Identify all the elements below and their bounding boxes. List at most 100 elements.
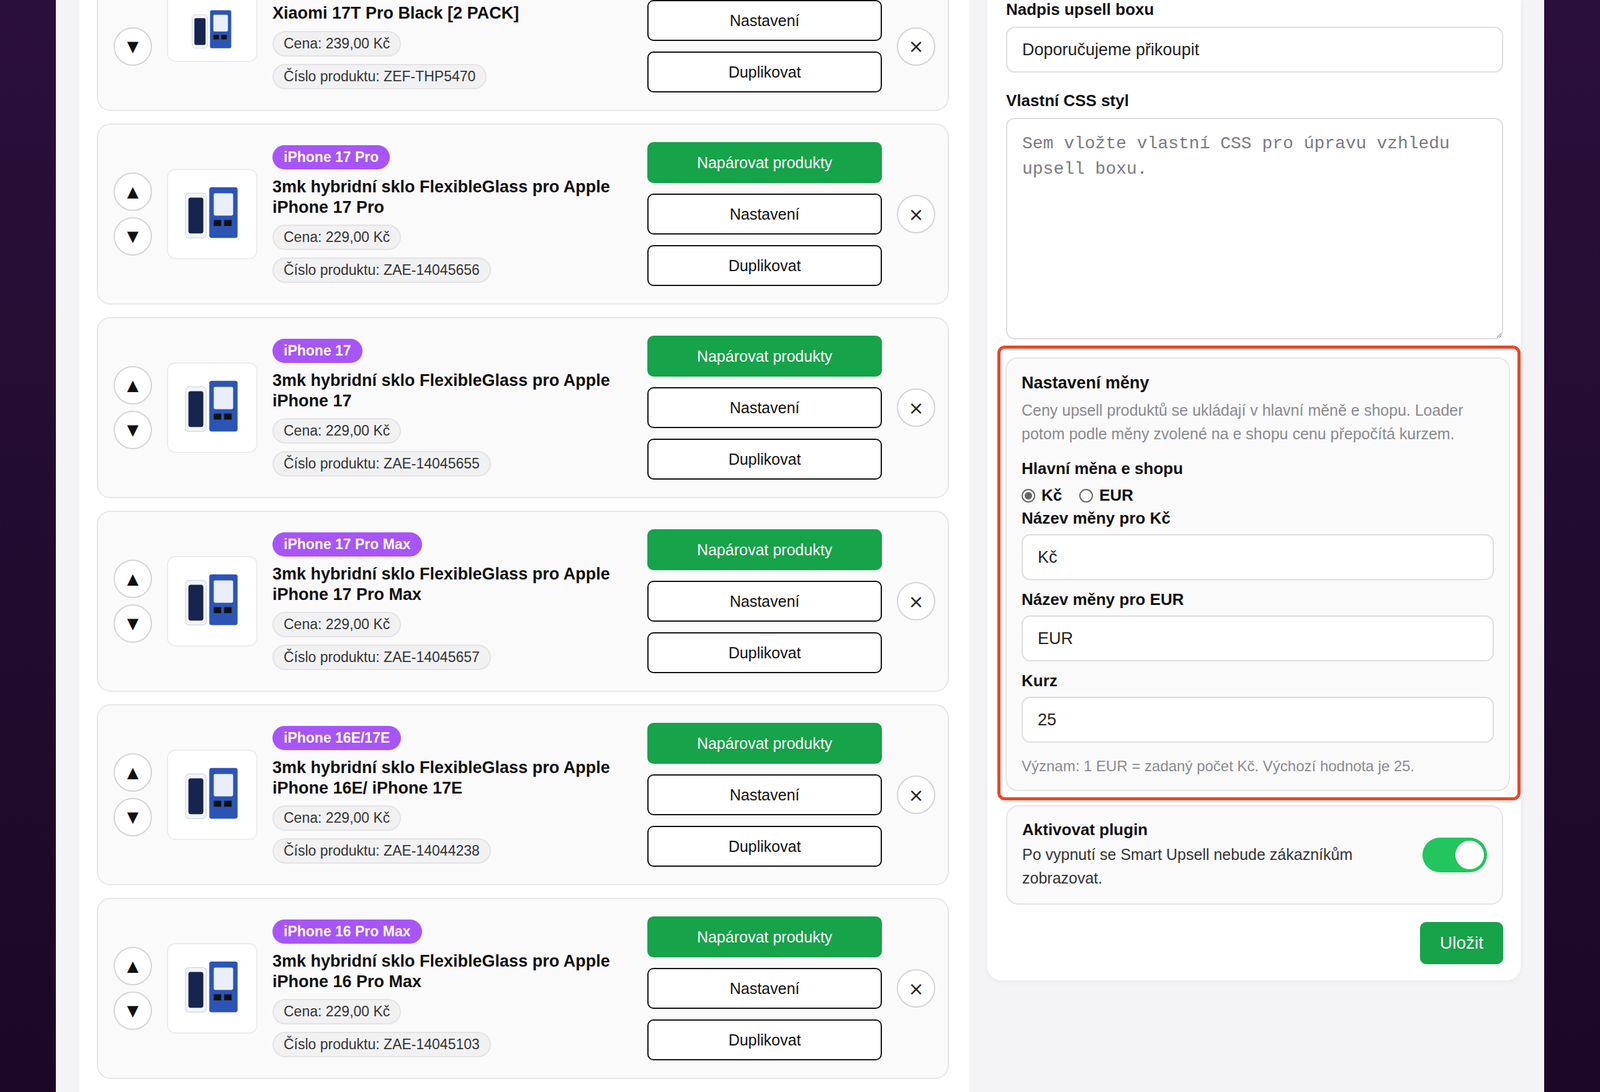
card-button[interactable]: Nastavení bbox=[647, 580, 882, 622]
save-button[interactable]: Uložit bbox=[1420, 922, 1504, 965]
product-image-icon bbox=[175, 951, 250, 1026]
move-down-button[interactable]: ▼ bbox=[113, 217, 153, 256]
product-card: ▲▼iPhone 16E/17E3mk hybridní sklo Flexib… bbox=[96, 704, 949, 886]
card-button[interactable]: Duplikovat bbox=[647, 51, 882, 93]
highlight-frame: Nastavení měnyCeny upsell produktů se uk… bbox=[997, 345, 1521, 801]
model-badge: iPhone 17 Pro bbox=[272, 145, 390, 170]
card-actions: Nastavení Duplikovat bbox=[647, 0, 882, 93]
card-actions: Napárovat produkty Nastavení Duplikovat bbox=[647, 916, 882, 1061]
card-button[interactable]: Nastavení bbox=[647, 774, 882, 816]
product-image bbox=[166, 943, 258, 1034]
product-image-icon bbox=[175, 176, 250, 252]
card-actions: Napárovat produkty Nastavení Duplikovat bbox=[647, 723, 882, 868]
remove-area: × bbox=[896, 582, 936, 621]
product-card: ▲▼iPhone 17 Pro Max3mk hybridní sklo Fle… bbox=[96, 510, 949, 693]
product-info: iPhone 16E/17E3mk hybridní sklo Flexible… bbox=[272, 726, 633, 865]
order-controls: ▲▼ bbox=[113, 947, 153, 1031]
move-up-button[interactable]: ▲ bbox=[113, 366, 153, 405]
remove-area: × bbox=[896, 388, 936, 427]
price-pill: Cena: 229,00 Kč bbox=[272, 418, 401, 444]
order-controls: ▲▼ bbox=[113, 366, 153, 450]
main-area: ▼ Xiaomi 17T Pro Black [2 PACK]Cena: 239,… bbox=[55, 0, 1545, 1092]
card-button[interactable]: Duplikovat bbox=[647, 632, 882, 674]
move-down-button[interactable]: ▼ bbox=[113, 604, 153, 643]
css-label: Vlastní CSS styl bbox=[1006, 91, 1504, 111]
product-list: ▼ Xiaomi 17T Pro Black [2 PACK]Cena: 239,… bbox=[79, 0, 970, 1092]
product-card: ▲▼iPhone 16 Pro Max3mk hybridní sklo Fle… bbox=[96, 898, 949, 1080]
product-card: ▲ ▼ iPhone 17 Pro3mk hybridní sklo Flexibl… bbox=[96, 123, 949, 305]
code-pill: Číslo produktu: ZAE-14044238 bbox=[272, 838, 491, 864]
price-pill: Cena: 229,00 Kč bbox=[272, 224, 401, 251]
card-actions: Napárovat produkty Nastavení Duplikovat bbox=[647, 335, 882, 480]
remove-button[interactable]: × bbox=[896, 388, 936, 427]
save-row: Uložit bbox=[1006, 922, 1504, 965]
currency-input[interactable] bbox=[1021, 696, 1494, 743]
code-pill: Číslo produktu: ZAE-14045657 bbox=[272, 644, 491, 671]
remove-button[interactable]: × bbox=[896, 775, 936, 815]
price-pill: Cena: 229,00 Kč bbox=[272, 805, 401, 832]
move-up-button[interactable]: ▲ bbox=[113, 172, 153, 212]
product-image bbox=[166, 168, 258, 260]
currency-radio-group: Kč EUR bbox=[1021, 485, 1494, 506]
code-pill: Číslo produktu: ZAE-14045656 bbox=[272, 257, 491, 284]
code-pill: Číslo produktu: ZAE-14045103 bbox=[272, 1032, 491, 1058]
remove-area: × bbox=[896, 194, 936, 234]
product-title: 3mk hybridní sklo FlexibleGlass pro Appl… bbox=[272, 564, 633, 606]
remove-button[interactable]: × bbox=[896, 27, 936, 66]
toggle-knob bbox=[1455, 840, 1484, 870]
move-down-button[interactable]: ▼ bbox=[113, 798, 153, 837]
card-button[interactable]: Duplikovat bbox=[647, 438, 882, 480]
remove-button[interactable]: × bbox=[896, 969, 936, 1008]
card-button[interactable]: Nastavení bbox=[647, 387, 882, 429]
model-badge: iPhone 16E/17E bbox=[272, 726, 401, 751]
rate-hint: Význam: 1 EUR = zadaný počet Kč. Výchozí… bbox=[1021, 757, 1494, 776]
field-label: Název měny pro EUR bbox=[1021, 590, 1494, 610]
background-edge bbox=[1544, 0, 1600, 1092]
card-button[interactable]: Nastavení bbox=[647, 0, 882, 41]
currency-input[interactable] bbox=[1021, 534, 1494, 581]
product-image-icon bbox=[175, 370, 250, 445]
product-image bbox=[166, 0, 258, 63]
card-button[interactable]: Napárovat produkty bbox=[647, 723, 882, 765]
product-info: iPhone 17 Pro Max3mk hybridní sklo Flexi… bbox=[272, 532, 633, 671]
move-down-button[interactable]: ▼ bbox=[113, 27, 153, 66]
remove-button[interactable]: × bbox=[896, 194, 936, 234]
card-button[interactable]: Duplikovat bbox=[647, 826, 882, 868]
radio-label: EUR bbox=[1099, 485, 1134, 506]
card-button[interactable]: Napárovat produkty bbox=[647, 529, 882, 571]
card-button[interactable]: Nastavení bbox=[647, 968, 882, 1010]
card-button[interactable]: Napárovat produkty bbox=[647, 335, 882, 377]
currency-input[interactable] bbox=[1021, 615, 1494, 662]
order-controls: ▲▼ bbox=[113, 753, 153, 837]
settings-panel: Nadpis upsell boxuVlastní CSS stylNastav… bbox=[987, 0, 1521, 981]
currency-description: Ceny upsell produktů se ukládají v hlavn… bbox=[1021, 399, 1494, 446]
order-controls: ▲▼ bbox=[113, 559, 153, 643]
field-label: Název měny pro Kč bbox=[1021, 508, 1494, 529]
product-info: iPhone 17 Pro3mk hybridní sklo FlexibleG… bbox=[272, 145, 633, 284]
currency-radio[interactable]: EUR bbox=[1079, 485, 1134, 506]
product-title: 3mk hybridní sklo FlexibleGlass pro Appl… bbox=[272, 370, 633, 412]
card-button[interactable]: Duplikovat bbox=[647, 245, 882, 287]
plugin-title: Aktivovat plugin bbox=[1022, 820, 1411, 840]
move-up-button[interactable]: ▲ bbox=[113, 559, 153, 599]
remove-button[interactable]: × bbox=[896, 582, 936, 621]
product-info: iPhone 173mk hybridní sklo FlexibleGlass… bbox=[272, 338, 633, 478]
box-title-input[interactable] bbox=[1006, 26, 1504, 73]
move-up-button[interactable]: ▲ bbox=[113, 753, 153, 792]
plugin-toggle[interactable] bbox=[1422, 837, 1488, 873]
product-title: Xiaomi 17T Pro Black [2 PACK] bbox=[272, 3, 519, 24]
product-info: Xiaomi 17T Pro Black [2 PACK]Cena: 239,0… bbox=[272, 3, 633, 90]
card-button[interactable]: Duplikovat bbox=[647, 1019, 882, 1061]
css-textarea[interactable] bbox=[1006, 117, 1504, 340]
card-button[interactable]: Nastavení bbox=[647, 193, 882, 235]
code-pill: Číslo produktu: ZAE-14045655 bbox=[272, 451, 491, 477]
move-down-button[interactable]: ▼ bbox=[113, 991, 153, 1031]
plugin-toggle-box: Aktivovat pluginPo vypnutí se Smart Upse… bbox=[1006, 805, 1504, 905]
move-down-button[interactable]: ▼ bbox=[113, 410, 153, 450]
card-button[interactable]: Napárovat produkty bbox=[647, 916, 882, 958]
order-controls: ▼ bbox=[113, 27, 153, 66]
card-button[interactable]: Napárovat produkty bbox=[647, 142, 882, 184]
currency-radio[interactable]: Kč bbox=[1021, 485, 1062, 506]
move-up-button[interactable]: ▲ bbox=[113, 947, 153, 986]
remove-area: × bbox=[896, 27, 936, 66]
